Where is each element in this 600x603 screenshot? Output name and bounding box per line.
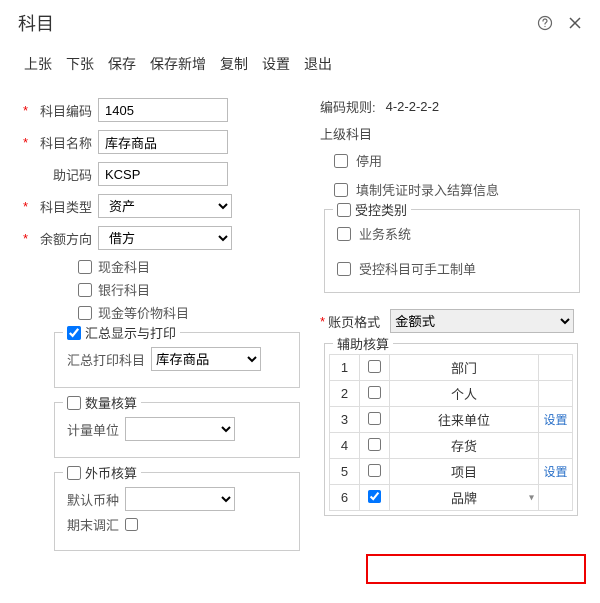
aux-action[interactable]: 设置 bbox=[539, 407, 573, 433]
ctrl-biz-checkbox[interactable] bbox=[337, 227, 351, 241]
mnemonic-input[interactable] bbox=[98, 162, 228, 186]
cash-label: 现金科目 bbox=[98, 257, 150, 276]
name-label: 科目名称 bbox=[28, 133, 92, 152]
aux-name[interactable]: 项目 bbox=[390, 459, 539, 485]
aux-action bbox=[539, 381, 573, 407]
aux-checkbox[interactable] bbox=[368, 360, 381, 373]
chevron-down-icon: ▾ bbox=[529, 492, 534, 503]
fx-group: 外币核算 默认币种 期末调汇 bbox=[54, 472, 300, 551]
summary-print-label: 汇总打印科目 bbox=[67, 350, 145, 369]
qty-unit-select[interactable] bbox=[125, 417, 235, 441]
aux-group: 辅助核算 1部门2个人3往来单位设置4存货5项目设置6品牌▾ bbox=[324, 343, 578, 516]
aux-idx: 1 bbox=[330, 355, 360, 381]
aux-action bbox=[539, 485, 573, 511]
cashlike-label: 现金等价物科目 bbox=[98, 303, 189, 322]
voucher-label: 填制凭证时录入结算信息 bbox=[356, 180, 499, 199]
aux-name[interactable]: 往来单位 bbox=[390, 407, 539, 433]
aux-row[interactable]: 4 存货 bbox=[330, 433, 573, 459]
fx-legend: 外币核算 bbox=[85, 463, 137, 482]
aux-idx: 5 bbox=[330, 459, 360, 485]
fx-curr-select[interactable] bbox=[125, 487, 235, 511]
aux-action bbox=[539, 355, 573, 381]
aux-checkbox[interactable] bbox=[368, 438, 381, 451]
cashlike-checkbox[interactable] bbox=[78, 306, 92, 320]
name-input[interactable] bbox=[98, 130, 228, 154]
aux-row[interactable]: 6 品牌▾ bbox=[330, 485, 573, 511]
aux-checkbox[interactable] bbox=[368, 490, 381, 503]
toolbar-copy[interactable]: 复制 bbox=[220, 54, 248, 74]
summary-legend: 汇总显示与打印 bbox=[85, 323, 176, 342]
fx-curr-label: 默认币种 bbox=[67, 490, 119, 509]
cash-checkbox[interactable] bbox=[78, 260, 92, 274]
aux-checkbox[interactable] bbox=[368, 386, 381, 399]
bank-label: 银行科目 bbox=[98, 280, 150, 299]
toolbar: 上张 下张 保存 保存新增 复制 设置 退出 bbox=[0, 44, 600, 89]
close-icon[interactable] bbox=[564, 12, 586, 34]
aux-row[interactable]: 5 项目设置 bbox=[330, 459, 573, 485]
disabled-label: 停用 bbox=[356, 151, 382, 170]
qty-legend: 数量核算 bbox=[85, 393, 137, 412]
fx-period-checkbox[interactable] bbox=[125, 518, 138, 531]
rule-value: 4-2-2-2-2 bbox=[386, 99, 439, 114]
aux-name[interactable]: 部门 bbox=[390, 355, 539, 381]
ctrl-checkbox[interactable] bbox=[337, 203, 351, 217]
summary-group: 汇总显示与打印 汇总打印科目库存商品 bbox=[54, 332, 300, 388]
toolbar-save-new[interactable]: 保存新增 bbox=[150, 54, 206, 74]
qty-group: 数量核算 计量单位 bbox=[54, 402, 300, 458]
help-icon[interactable] bbox=[534, 12, 556, 34]
aux-idx: 4 bbox=[330, 433, 360, 459]
aux-action[interactable]: 设置 bbox=[539, 459, 573, 485]
parent-label: 上级科目 bbox=[320, 124, 372, 143]
mnemonic-label: 助记码 bbox=[28, 165, 92, 184]
aux-checkbox[interactable] bbox=[368, 464, 381, 477]
ctrl-legend: 受控类别 bbox=[355, 200, 407, 219]
aux-idx: 6 bbox=[330, 485, 360, 511]
pageformat-label: 账页格式 bbox=[328, 312, 380, 331]
toolbar-next[interactable]: 下张 bbox=[66, 54, 94, 74]
bank-checkbox[interactable] bbox=[78, 283, 92, 297]
ctrl-biz-label: 业务系统 bbox=[359, 224, 411, 243]
voucher-checkbox[interactable] bbox=[334, 183, 348, 197]
rule-label: 编码规则: bbox=[320, 97, 376, 116]
fx-period-label: 期末调汇 bbox=[67, 515, 119, 534]
summary-checkbox[interactable] bbox=[67, 326, 81, 340]
aux-table: 1 部门 2 个人 3 往来单位设置 4 存货 5 项目设置 6 品牌▾ bbox=[329, 354, 573, 511]
aux-row[interactable]: 1 部门 bbox=[330, 355, 573, 381]
ctrl-group: 受控类别 业务系统 受控科目可手工制单 bbox=[324, 209, 580, 293]
toolbar-exit[interactable]: 退出 bbox=[304, 54, 332, 74]
aux-idx: 2 bbox=[330, 381, 360, 407]
qty-unit-label: 计量单位 bbox=[67, 420, 119, 439]
aux-idx: 3 bbox=[330, 407, 360, 433]
fx-checkbox[interactable] bbox=[67, 466, 81, 480]
code-label: 科目编码 bbox=[28, 101, 92, 120]
qty-checkbox[interactable] bbox=[67, 396, 81, 410]
type-select[interactable]: 资产 bbox=[98, 194, 232, 218]
type-label: 科目类型 bbox=[28, 197, 92, 216]
aux-row[interactable]: 2 个人 bbox=[330, 381, 573, 407]
code-input[interactable] bbox=[98, 98, 228, 122]
aux-legend: 辅助核算 bbox=[333, 334, 393, 353]
pageformat-select[interactable]: 金额式 bbox=[390, 309, 574, 333]
toolbar-settings[interactable]: 设置 bbox=[262, 54, 290, 74]
toolbar-prev[interactable]: 上张 bbox=[24, 54, 52, 74]
direction-select[interactable]: 借方 bbox=[98, 226, 232, 250]
ctrl-manual-label: 受控科目可手工制单 bbox=[359, 259, 476, 278]
aux-name[interactable]: 品牌▾ bbox=[390, 485, 539, 511]
disabled-checkbox[interactable] bbox=[334, 154, 348, 168]
aux-action bbox=[539, 433, 573, 459]
toolbar-save[interactable]: 保存 bbox=[108, 54, 136, 74]
aux-name[interactable]: 个人 bbox=[390, 381, 539, 407]
aux-row[interactable]: 3 往来单位设置 bbox=[330, 407, 573, 433]
direction-label: 余额方向 bbox=[28, 229, 92, 248]
aux-checkbox[interactable] bbox=[368, 412, 381, 425]
window-title: 科目 bbox=[18, 10, 526, 36]
summary-print-select[interactable]: 库存商品 bbox=[151, 347, 261, 371]
aux-name[interactable]: 存货 bbox=[390, 433, 539, 459]
ctrl-manual-checkbox[interactable] bbox=[337, 262, 351, 276]
